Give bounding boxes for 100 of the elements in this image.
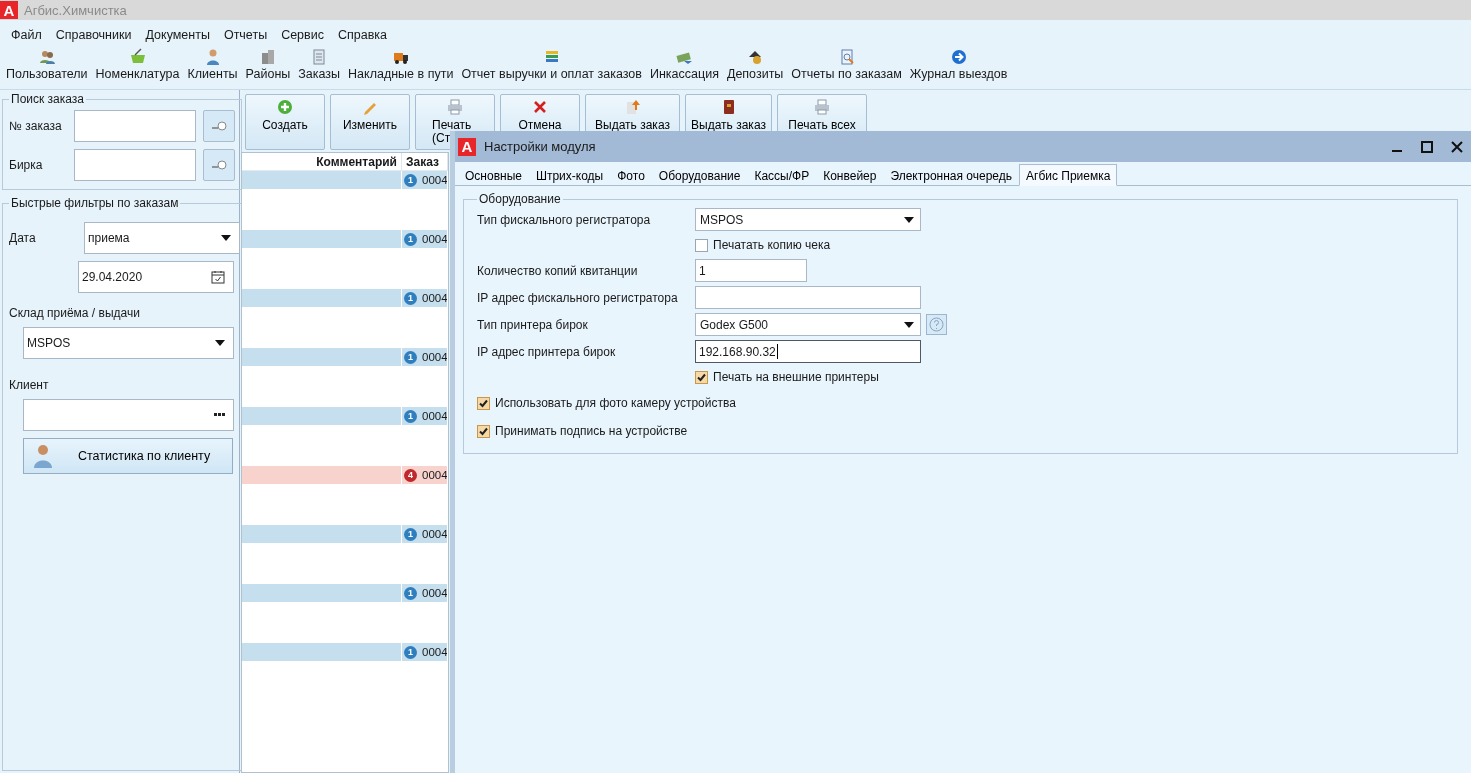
tab[interactable]: Штрих-коды	[528, 164, 611, 186]
group-title: Поиск заказа	[10, 92, 85, 106]
count-badge: 1	[404, 350, 417, 364]
toolbar-button[interactable]: Номенклатура	[93, 48, 182, 89]
order-number: 0004	[422, 646, 447, 658]
toolbar-button[interactable]: Пользователи	[4, 48, 90, 89]
field-label: Бирка	[9, 158, 44, 172]
column-header[interactable]: Комментарий	[242, 153, 402, 170]
input-field[interactable]	[74, 110, 196, 142]
input-field[interactable]	[23, 399, 234, 431]
column-header[interactable]: Заказ	[402, 153, 448, 170]
client-stats-button[interactable]: Статистика по клиенту	[23, 438, 233, 474]
action-button[interactable]: Изменить	[330, 94, 410, 150]
search-icon	[211, 159, 227, 171]
toolbar-button[interactable]: Депозиты	[724, 48, 786, 89]
count-badge: 1	[404, 409, 417, 423]
app-logo: A	[0, 1, 18, 19]
menu-item[interactable]: Файл	[4, 25, 49, 46]
toolbar-button[interactable]: Отчет выручки и оплат заказов	[459, 48, 644, 89]
dropdown[interactable]: MSPOS	[23, 327, 234, 359]
printer-icon	[813, 98, 831, 116]
field-label: Клиент	[9, 378, 50, 392]
users-icon	[37, 48, 56, 66]
tab[interactable]: Конвейер	[816, 164, 884, 186]
question-icon	[929, 317, 944, 332]
checkbox[interactable]	[695, 370, 708, 384]
checkbox-label: Печать на внешние принтеры	[713, 370, 879, 384]
input-field[interactable]: 1	[695, 259, 807, 282]
checkbox[interactable]	[477, 424, 490, 438]
tab[interactable]: Основные	[458, 164, 529, 186]
order-number: 0004	[422, 292, 447, 304]
dropdown[interactable]: MSPOS	[695, 208, 921, 231]
checkbox-label: Использовать для фото камеру устройства	[495, 396, 736, 410]
search-button[interactable]	[203, 110, 235, 142]
person-icon	[32, 443, 54, 469]
toolbar-button[interactable]: Отчеты по заказам	[789, 48, 904, 89]
count-badge: 1	[404, 586, 417, 600]
dropdown-arrow-icon	[904, 216, 914, 223]
menu-item[interactable]: Отчеты	[216, 25, 275, 46]
count-badge: 1	[404, 173, 417, 187]
field-label: Тип принтера бирок	[477, 317, 589, 332]
basket-icon	[128, 48, 147, 66]
tab[interactable]: Оборудование	[651, 164, 748, 186]
group-title: Быстрые фильтры по заказам	[10, 196, 180, 210]
tab[interactable]: Электронная очередь	[883, 164, 1020, 186]
order-number: 0004	[422, 587, 447, 599]
menu-item[interactable]: Справочники	[48, 25, 139, 46]
count-badge: 4	[404, 468, 417, 482]
dropdown[interactable]: Godex G500	[695, 313, 921, 336]
count-badge: 1	[404, 645, 417, 659]
search-button[interactable]	[203, 149, 235, 181]
search-icon	[211, 120, 227, 132]
close-icon[interactable]	[1451, 140, 1463, 153]
checkbox-label: Принимать подпись на устройстве	[495, 424, 688, 438]
checkbox[interactable]	[695, 238, 708, 252]
printer-icon	[446, 98, 464, 116]
tab[interactable]: Агбис Приемка	[1019, 164, 1118, 186]
field-label: IP адрес фискального регистратора	[477, 290, 679, 305]
date-field[interactable]: 29.04.2020	[78, 261, 234, 293]
order-number: 0004	[422, 174, 447, 186]
field-label: Дата	[9, 231, 37, 245]
count-badge: 1	[404, 291, 417, 305]
field-label: Склад приёма / выдачи	[9, 306, 141, 320]
ellipsis-icon	[214, 413, 225, 417]
dropdown-arrow-icon	[904, 321, 914, 328]
toolbar-button[interactable]: Журнал выездов	[907, 48, 1010, 89]
app-logo: A	[458, 137, 476, 156]
order-number: 0004	[422, 528, 447, 540]
checkbox[interactable]	[477, 396, 490, 410]
order-number: 0004	[422, 410, 447, 422]
maximize-icon[interactable]	[1421, 140, 1433, 153]
menu-item[interactable]: Справка	[330, 25, 394, 46]
dropdown[interactable]: приема	[84, 222, 240, 254]
tab[interactable]: Фото	[610, 164, 652, 186]
field-label: Тип фискального регистратора	[477, 212, 652, 227]
help-button[interactable]	[926, 314, 947, 335]
toolbar-button[interactable]: Клиенты	[185, 48, 240, 89]
input-field[interactable]: 192.168.90.32	[695, 340, 921, 363]
input-field[interactable]	[74, 149, 196, 181]
toolbar-button[interactable]: Накладные в пути	[346, 48, 456, 89]
toolbar-button[interactable]: Районы	[243, 48, 293, 89]
input-field[interactable]	[695, 286, 921, 309]
dropdown-arrow-icon	[221, 235, 231, 241]
dropdown-arrow-icon	[215, 340, 225, 346]
toolbar-button[interactable]: Инкассация	[647, 48, 721, 89]
tab[interactable]: Кассы/ФР	[747, 164, 817, 186]
action-button[interactable]: Создать	[245, 94, 325, 150]
order-number: 0004	[422, 469, 447, 481]
count-badge: 1	[404, 232, 417, 246]
field-label: IP адрес принтера бирок	[477, 344, 617, 359]
calendar-icon	[211, 270, 225, 284]
menu-item[interactable]: Документы	[138, 25, 217, 46]
order-number: 0004	[422, 351, 447, 363]
checkbox-label: Печатать копию чека	[713, 238, 831, 252]
plus-icon	[276, 98, 294, 116]
group-title: Оборудование	[478, 192, 562, 206]
count-badge: 1	[404, 527, 417, 541]
menu-item[interactable]: Сервис	[274, 25, 331, 46]
toolbar-button[interactable]: Заказы	[296, 48, 343, 89]
window-title: Агбис.Химчистка	[24, 2, 127, 18]
